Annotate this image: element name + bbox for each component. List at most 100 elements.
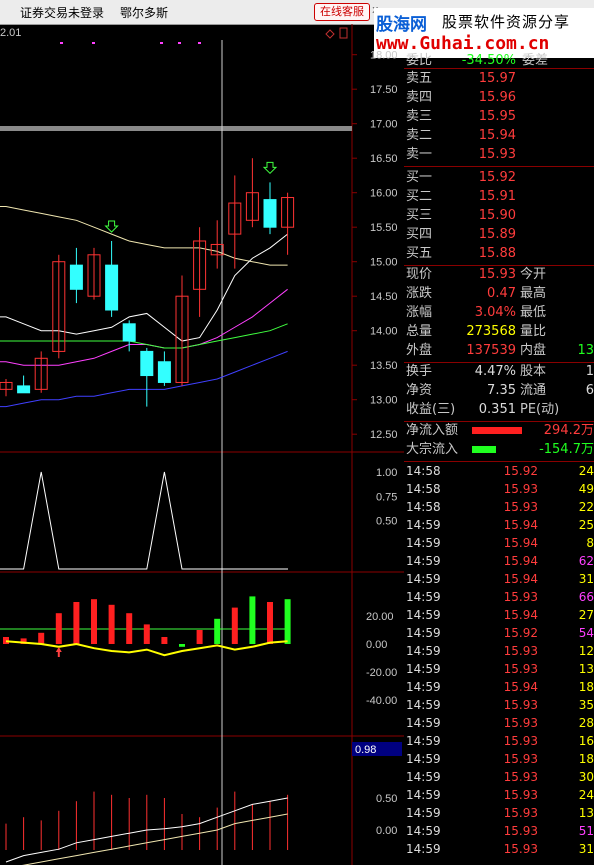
tick-price: 15.94	[503, 572, 538, 586]
price-tick-label: 15.00	[370, 257, 398, 269]
tick-time: 14:59	[406, 518, 441, 532]
tick-row[interactable]: 14:59 15.93 31	[404, 840, 594, 858]
login-status[interactable]: 证券交易未登录	[20, 4, 104, 21]
tick-time: 14:59	[406, 662, 441, 676]
stat-label: 总量	[406, 324, 433, 339]
price-tick-label: 12.50	[370, 429, 398, 441]
tick-volume: 25	[578, 518, 594, 532]
tick-row[interactable]: 14:59 15.93 30	[404, 768, 594, 786]
flow-value: 294.2万	[543, 423, 594, 438]
stat-value: 0.47	[487, 286, 516, 301]
tick-row[interactable]: 14:59 15.94 27	[404, 606, 594, 624]
candle-body[interactable]	[69, 264, 83, 290]
stat2-value: 4.47%	[474, 364, 516, 379]
tick-row[interactable]: 14:59 15.93 18	[404, 750, 594, 768]
buy-price: 15.89	[478, 227, 516, 242]
buy-label: 买五	[406, 246, 433, 261]
ind2-bar	[38, 632, 45, 644]
tick-price: 15.94	[503, 680, 538, 694]
moving-average-line	[0, 233, 288, 342]
candle-body[interactable]	[105, 264, 119, 311]
candle-body[interactable]	[17, 385, 31, 394]
corner-value: 2.01	[0, 27, 21, 39]
buy-row: 买三 15.90	[404, 207, 594, 225]
candle-body[interactable]	[157, 361, 171, 383]
tick-row[interactable]: 14:59 15.93 24	[404, 786, 594, 804]
tick-row[interactable]: 14:59 15.92 54	[404, 624, 594, 642]
tick-row[interactable]: 14:59 15.93 12	[404, 642, 594, 660]
down-arrow-icon	[104, 220, 119, 233]
ind2-tick-label: 0.00	[366, 639, 387, 651]
buy-label: 买四	[406, 227, 433, 242]
tick-price: 15.93	[503, 716, 538, 730]
stat2-row: 换手 4.47% 股本 1	[404, 363, 594, 381]
tick-volume: 24	[578, 464, 594, 478]
tick-price: 15.93	[503, 590, 538, 604]
tick-time: 14:59	[406, 734, 441, 748]
tick-volume: 30	[578, 770, 594, 784]
online-service-button[interactable]: 在线客服	[314, 3, 370, 21]
diamond-icon[interactable]	[325, 29, 335, 39]
ind2-bar	[249, 596, 256, 644]
stat-value-2: 13	[577, 343, 594, 358]
tick-row[interactable]: 14:59 15.93 13	[404, 660, 594, 678]
tick-time: 14:58	[406, 482, 441, 496]
stat-row: 总量 273568 量比	[404, 323, 594, 341]
tick-row[interactable]: 14:59 15.94 25	[404, 516, 594, 534]
stat2-value: 7.35	[487, 383, 516, 398]
candle-body[interactable]	[140, 350, 154, 377]
tick-volume: 8	[586, 536, 594, 550]
stat-row: 外盘 137539 内盘 13	[404, 342, 594, 360]
tick-time: 14:58	[406, 500, 441, 514]
tick-row[interactable]: 14:59 15.94 18	[404, 678, 594, 696]
ind1-tick-label: 1.00	[376, 467, 397, 479]
stat-label: 涨幅	[406, 305, 433, 320]
tick-row[interactable]: 14:59 15.93 35	[404, 696, 594, 714]
tick-volume: 27	[578, 608, 594, 622]
stat2-label: 净资	[406, 383, 433, 398]
ind2-bar	[214, 618, 221, 644]
buy-price: 15.88	[478, 246, 516, 261]
stat-value: 15.93	[478, 267, 516, 282]
ind2-bar	[267, 602, 273, 644]
tick-row[interactable]: 14:59 15.93 16	[404, 732, 594, 750]
buy-label: 买一	[406, 170, 433, 185]
tick-price: 15.93	[503, 788, 538, 802]
stat-label-2: 内盘	[520, 343, 547, 358]
buy-price: 15.91	[478, 189, 516, 204]
tick-row[interactable]: 14:59 15.93 51	[404, 822, 594, 840]
tick-time: 14:59	[406, 698, 441, 712]
sell-price: 15.97	[478, 71, 516, 86]
sell-row: 卖五 15.97	[404, 70, 594, 88]
stat-label-2: 今开	[520, 267, 547, 282]
tick-row[interactable]: 14:59 15.93 13	[404, 804, 594, 822]
tick-row[interactable]: 14:58 15.92 24	[404, 462, 594, 480]
flow-label: 大宗流入	[406, 442, 459, 457]
sell-price: 15.95	[478, 109, 516, 124]
tick-row[interactable]: 14:59 15.94 31	[404, 570, 594, 588]
tick-row[interactable]: 14:59 15.93 66	[404, 588, 594, 606]
tick-volume: 13	[578, 662, 594, 676]
candle-body[interactable]	[263, 199, 277, 228]
tick-time: 14:59	[406, 770, 441, 784]
buy-price: 15.92	[478, 170, 516, 185]
stat-value: 273568	[466, 324, 516, 339]
tick-time: 14:59	[406, 644, 441, 658]
kline-chart[interactable]: 18.00 17.50 17.00 16.50 16.00 15.50 15.00 14.50…	[0, 24, 404, 865]
tick-row[interactable]: 14:59 15.94 8	[404, 534, 594, 552]
stat-label: 现价	[406, 267, 433, 282]
tick-row[interactable]: 14:59 15.94 62	[404, 552, 594, 570]
window-icon[interactable]	[339, 27, 348, 39]
tick-row[interactable]: 14:59 15.93 28	[404, 714, 594, 732]
stat2-row: 收益(三) 0.351 PE(动)	[404, 401, 594, 419]
stat2-value-2: 6	[585, 383, 594, 398]
sell-label: 卖四	[406, 90, 433, 105]
tick-volume: 28	[578, 716, 594, 730]
ind1-tick-label: 0.75	[376, 491, 397, 503]
price-tick-label: 13.50	[370, 360, 398, 372]
flow-row: 大宗流入 -154.7万	[404, 441, 594, 459]
candle-body[interactable]	[122, 323, 136, 342]
tick-row[interactable]: 14:58 15.93 22	[404, 498, 594, 516]
moving-average-line	[0, 206, 288, 266]
tick-row[interactable]: 14:58 15.93 49	[404, 480, 594, 498]
